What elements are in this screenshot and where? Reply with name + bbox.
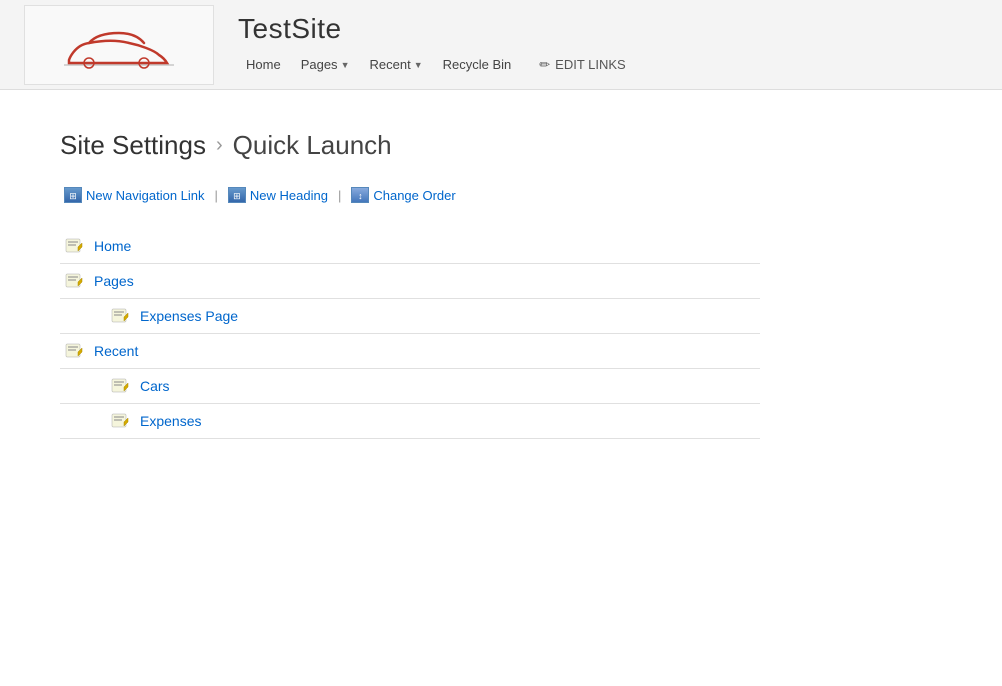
breadcrumb-separator: ›: [216, 134, 223, 157]
recent-dropdown-arrow: ▼: [414, 60, 423, 70]
page-breadcrumb: Site Settings › Quick Launch: [60, 130, 942, 161]
page-edit-icon-home: [64, 237, 84, 255]
nav-item-home-label[interactable]: Home: [94, 238, 131, 254]
list-item: Recent: [60, 334, 760, 369]
list-item: Cars: [60, 369, 760, 404]
list-item: Home: [60, 229, 760, 264]
nav-list: Home Pages: [60, 229, 760, 439]
list-item: Expenses: [60, 404, 760, 439]
site-title: TestSite: [238, 13, 626, 45]
page-edit-icon-expenses-page: [110, 307, 130, 325]
page-edit-icon-pages: [64, 272, 84, 290]
site-header: TestSite Home Pages ▼ Recent ▼ Recycle B…: [0, 0, 1002, 90]
nav-item-home[interactable]: Home: [238, 53, 289, 76]
top-nav: Home Pages ▼ Recent ▼ Recycle Bin ✏ EDIT…: [238, 53, 626, 76]
nav-item-expenses-label[interactable]: Expenses: [140, 413, 201, 429]
page-edit-icon-recent: [64, 342, 84, 360]
new-nav-link-icon: ⊞: [64, 187, 82, 203]
separator-2: |: [338, 188, 341, 203]
new-heading-icon: ⊞: [228, 187, 246, 203]
change-order-button[interactable]: ↕ Change Order: [347, 185, 459, 205]
breadcrumb-parent[interactable]: Site Settings: [60, 130, 206, 161]
separator-1: |: [215, 188, 218, 203]
nav-item-pages-label[interactable]: Pages: [94, 273, 134, 289]
page-edit-icon-expenses: [110, 412, 130, 430]
pencil-icon: ✏: [539, 57, 550, 73]
new-heading-button[interactable]: ⊞ New Heading: [224, 185, 332, 205]
action-links: ⊞ New Navigation Link | ⊞ New Heading | …: [60, 185, 942, 205]
nav-item-recycle-bin[interactable]: Recycle Bin: [435, 53, 520, 76]
change-order-icon: ↕: [351, 187, 369, 203]
list-item: Expenses Page: [60, 299, 760, 334]
nav-item-cars-label[interactable]: Cars: [140, 378, 170, 394]
nav-item-recent[interactable]: Recent ▼: [361, 53, 430, 76]
logo-svg: [39, 15, 199, 75]
pages-dropdown-arrow: ▼: [341, 60, 350, 70]
logo-area: [24, 5, 214, 85]
new-navigation-link-button[interactable]: ⊞ New Navigation Link: [60, 185, 209, 205]
nav-item-recent-label[interactable]: Recent: [94, 343, 138, 359]
breadcrumb-current: Quick Launch: [233, 130, 392, 161]
nav-item-pages[interactable]: Pages ▼: [293, 53, 358, 76]
page-edit-icon-cars: [110, 377, 130, 395]
site-logo: [24, 5, 214, 85]
nav-item-expenses-page-label[interactable]: Expenses Page: [140, 308, 238, 324]
list-item: Pages: [60, 264, 760, 299]
edit-links-button[interactable]: ✏ EDIT LINKS: [539, 57, 625, 73]
content-area: Site Settings › Quick Launch ⊞ New Navig…: [0, 90, 1002, 479]
site-info: TestSite Home Pages ▼ Recent ▼ Recycle B…: [238, 13, 626, 76]
